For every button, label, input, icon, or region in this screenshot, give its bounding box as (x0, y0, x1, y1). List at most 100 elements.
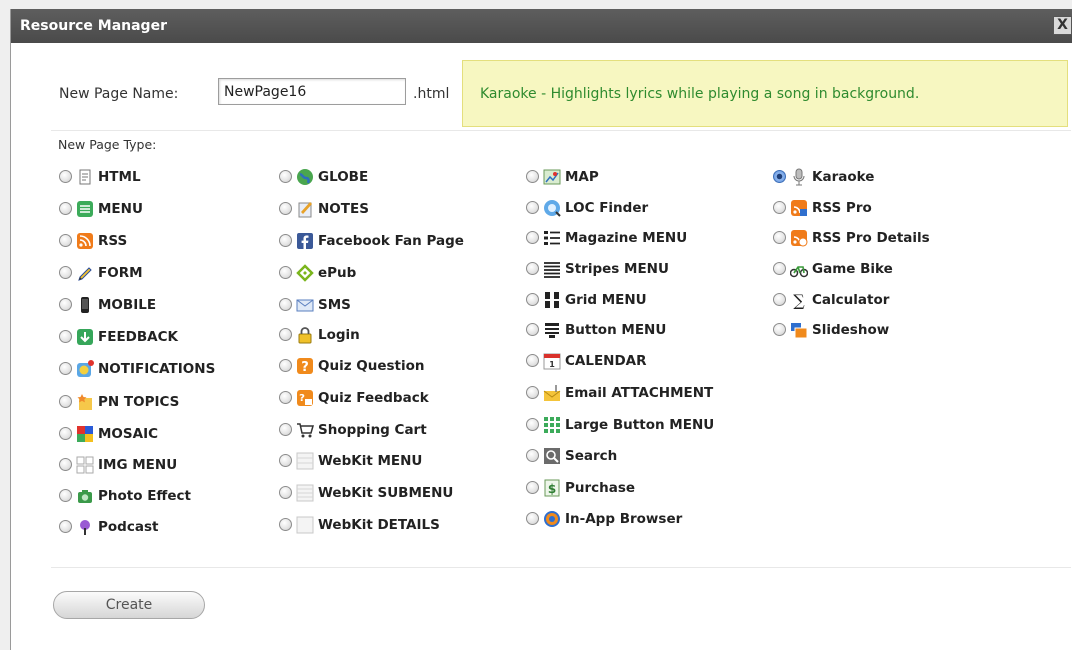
close-button[interactable]: X (1053, 16, 1072, 35)
page-type-radio[interactable] (279, 298, 292, 311)
page-type-label-text: Search (565, 448, 618, 464)
dialog-titlebar: Resource Manager X (11, 9, 1072, 43)
page-type-radio[interactable] (279, 454, 292, 467)
page-type-label-text: GLOBE (318, 169, 369, 185)
page-type-radio[interactable] (59, 234, 72, 247)
page-type-radio[interactable] (773, 293, 786, 306)
page-type-radio[interactable] (526, 262, 539, 275)
page-type-radio[interactable] (279, 234, 292, 247)
page-type-label-text: Stripes MENU (565, 261, 669, 277)
page-type-radio[interactable] (59, 202, 72, 215)
close-icon: X (1057, 17, 1068, 33)
search-icon (543, 447, 561, 465)
page-type-label-text: Purchase (565, 480, 636, 496)
resource-manager-dialog: Resource Manager X New Page Name: .html … (10, 9, 1072, 650)
page-type-radio[interactable] (279, 486, 292, 499)
page-type-radio[interactable] (59, 170, 72, 183)
image-grid-icon (76, 456, 94, 474)
page-type-label-text: CALENDAR (565, 353, 647, 369)
svg-text:1: 1 (549, 360, 555, 369)
page-type-radio[interactable] (773, 170, 786, 183)
location-finder-icon (543, 199, 561, 217)
smiley-badge-icon (76, 360, 94, 378)
page-type-label-text: Photo Effect (98, 488, 191, 504)
notes-icon (296, 200, 314, 218)
page-type-label-text: FORM (98, 265, 143, 281)
webkit-menu-icon (296, 452, 314, 470)
page-name-input[interactable] (218, 78, 406, 105)
page-type-radio[interactable] (526, 170, 539, 183)
page-type-label-text: Karaoke (812, 169, 875, 185)
purchase-icon: $ (543, 479, 561, 497)
magazine-list-icon (543, 229, 561, 247)
page-type-radio[interactable] (59, 489, 72, 502)
create-button[interactable]: Create (53, 591, 205, 619)
bike-icon (790, 260, 808, 278)
page-type-radio[interactable] (526, 201, 539, 214)
page-type-label-text: In-App Browser (565, 511, 683, 527)
page-type-radio[interactable] (279, 391, 292, 404)
page-type-label-text: Magazine MENU (565, 230, 688, 246)
page-type-label-text: NOTES (318, 201, 369, 217)
page-type-radio[interactable] (773, 323, 786, 336)
page-type-radio[interactable] (526, 481, 539, 494)
page-type-radio[interactable] (773, 201, 786, 214)
page-type-label-text: Login (318, 327, 360, 343)
download-arrow-icon (76, 328, 94, 346)
page-type-label-text: Button MENU (565, 322, 667, 338)
phone-icon (76, 296, 94, 314)
extension-label: .html (413, 86, 450, 102)
svg-text:∑: ∑ (793, 291, 805, 309)
page-type-radio[interactable] (59, 298, 72, 311)
page-type-radio[interactable] (526, 354, 539, 367)
dialog-title: Resource Manager (20, 18, 167, 34)
page-type-radio[interactable] (279, 423, 292, 436)
page-type-radio[interactable] (526, 323, 539, 336)
page-type-radio[interactable] (279, 328, 292, 341)
email-attachment-icon (543, 384, 561, 402)
page-type-radio[interactable] (773, 262, 786, 275)
page-type-label-text: HTML (98, 169, 141, 185)
page-type-label-text: FEEDBACK (98, 329, 178, 345)
page-type-label-text: RSS Pro (812, 200, 872, 216)
page-type-radio[interactable] (279, 202, 292, 215)
page-type-radio[interactable] (526, 449, 539, 462)
page-type-label-text: MOSAIC (98, 426, 159, 442)
map-icon (543, 168, 561, 186)
page-type-radio[interactable] (526, 231, 539, 244)
page-type-radio[interactable] (59, 427, 72, 440)
page-type-radio[interactable] (279, 518, 292, 531)
page-type-radio[interactable] (59, 362, 72, 375)
page-type-radio[interactable] (279, 266, 292, 279)
page-type-radio[interactable] (279, 170, 292, 183)
page-type-label-text: Slideshow (812, 322, 890, 338)
page-type-description: Karaoke - Highlights lyrics while playin… (462, 60, 1068, 127)
sigma-icon: ∑ (790, 291, 808, 309)
menu-list-icon (76, 200, 94, 218)
camera-icon (76, 487, 94, 505)
page-type-radio[interactable] (59, 266, 72, 279)
large-grid-icon (543, 416, 561, 434)
page-type-label-text: Shopping Cart (318, 422, 427, 438)
page-type-radio[interactable] (526, 512, 539, 525)
page-type-label-text: SMS (318, 297, 351, 313)
page-type-radio[interactable] (59, 458, 72, 471)
page-type-radio[interactable] (526, 418, 539, 431)
page-type-radio[interactable] (279, 359, 292, 372)
star-note-icon (76, 393, 94, 411)
page-type-radio[interactable] (773, 231, 786, 244)
slideshow-icon (790, 321, 808, 339)
page-type-label-text: WebKit DETAILS (318, 517, 440, 533)
page-type-label-text: MAP (565, 169, 599, 185)
page-type-radio[interactable] (526, 293, 539, 306)
rss-icon (76, 232, 94, 250)
page-type-radio[interactable] (526, 386, 539, 399)
page-type-label-text: MENU (98, 201, 143, 217)
page-type-label-text: PN TOPICS (98, 394, 180, 410)
cart-icon (296, 421, 314, 439)
microphone-icon (790, 168, 808, 186)
page-type-radio[interactable] (59, 330, 72, 343)
page-type-radio[interactable] (59, 395, 72, 408)
podcast-icon (76, 518, 94, 536)
page-type-radio[interactable] (59, 520, 72, 533)
